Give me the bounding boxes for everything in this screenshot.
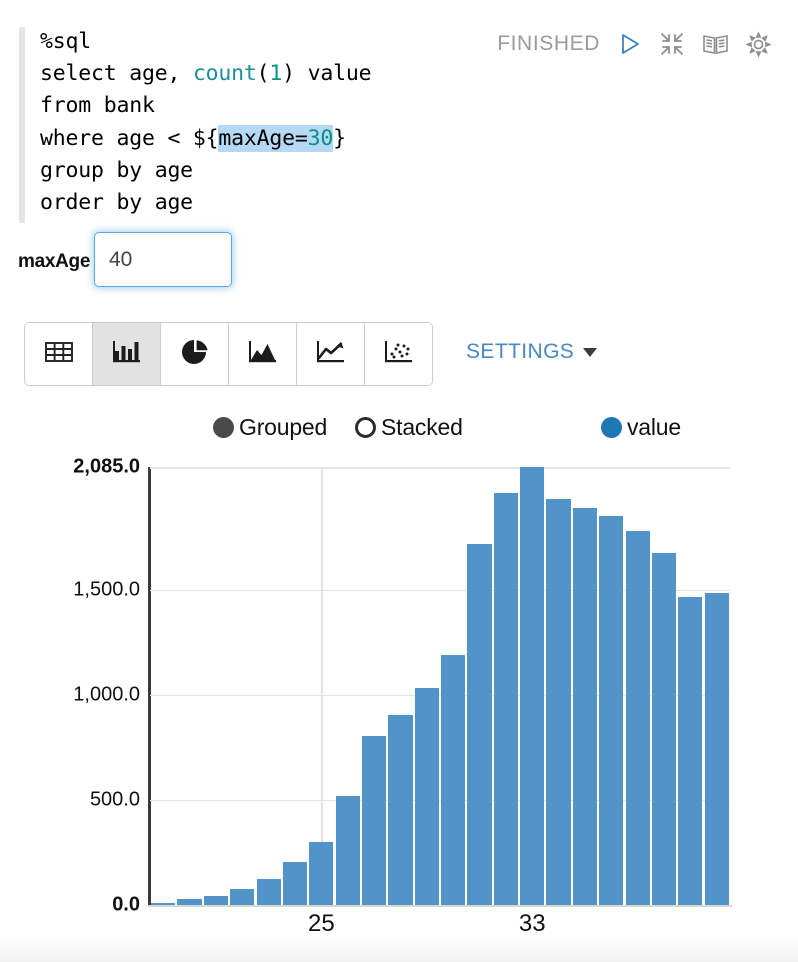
bar-series bbox=[150, 467, 730, 905]
y-tick-label: 500.0 bbox=[89, 788, 140, 811]
bar[interactable] bbox=[651, 553, 677, 905]
collapse-arrows-icon[interactable] bbox=[658, 30, 686, 58]
y-axis-labels: 0.0 500.0 1,000.0 1,500.0 2,085.0 bbox=[0, 450, 140, 916]
plot-area bbox=[148, 467, 732, 907]
notebook-paragraph: %sql select age, count(1) value from bank w… bbox=[0, 0, 798, 962]
chart-legend-row: Grouped Stacked value bbox=[0, 414, 798, 450]
viz-btn-area-chart[interactable] bbox=[229, 323, 297, 385]
status-text: FINISHED bbox=[497, 32, 600, 55]
bar[interactable] bbox=[599, 516, 624, 905]
visualization-toolbar-row: SETTINGS bbox=[0, 322, 798, 386]
y-tick-label: 1,000.0 bbox=[73, 683, 140, 706]
bar-chart-icon bbox=[111, 338, 143, 371]
book-icon[interactable] bbox=[701, 30, 729, 58]
code-line-4: group by age bbox=[40, 157, 193, 183]
bar[interactable] bbox=[388, 714, 413, 905]
stacked-label: Stacked bbox=[381, 414, 463, 440]
code-line-1: select age, count(1) value bbox=[40, 61, 372, 87]
legend-series-value[interactable]: value bbox=[601, 414, 681, 441]
paragraph-status-bar: FINISHED bbox=[497, 30, 772, 58]
radio-grouped[interactable]: Grouped bbox=[213, 414, 327, 441]
grouped-label: Grouped bbox=[239, 414, 328, 440]
bar[interactable] bbox=[493, 493, 518, 905]
code-line-3: where age < ${maxAge=30} bbox=[40, 124, 346, 152]
scatter-chart-icon bbox=[383, 338, 415, 371]
bar[interactable] bbox=[282, 861, 308, 905]
bar[interactable] bbox=[520, 467, 545, 905]
bar[interactable] bbox=[441, 655, 466, 905]
maxage-label: maxAge bbox=[18, 251, 91, 272]
bar[interactable] bbox=[546, 498, 571, 905]
settings-label: SETTINGS bbox=[466, 340, 575, 363]
area-chart-icon bbox=[247, 338, 279, 371]
x-tick-label: 33 bbox=[518, 910, 546, 937]
code-line-5: order by age bbox=[40, 189, 193, 215]
y-tick-label: 0.0 bbox=[112, 893, 140, 916]
chart-type-toolbar bbox=[24, 322, 433, 386]
x-axis-line bbox=[148, 905, 732, 907]
y-tick-label: 1,500.0 bbox=[73, 578, 140, 601]
bar[interactable] bbox=[230, 889, 255, 905]
editor-gutter bbox=[19, 27, 25, 223]
radio-stacked[interactable]: Stacked bbox=[355, 414, 463, 441]
bar[interactable] bbox=[256, 878, 281, 905]
line-chart-icon bbox=[315, 338, 347, 371]
viz-btn-pie-chart[interactable] bbox=[161, 323, 229, 385]
pie-chart-icon bbox=[180, 337, 210, 372]
bar[interactable] bbox=[572, 507, 598, 905]
bar[interactable] bbox=[203, 895, 228, 905]
bar-chart: 0.0 500.0 1,000.0 1,500.0 2,085.0 25 33 bbox=[0, 450, 798, 937]
y-tick-label: 2,085.0 bbox=[73, 455, 140, 478]
code-line-2: from bank bbox=[40, 93, 155, 119]
table-icon bbox=[44, 339, 74, 370]
viz-btn-bar-chart[interactable] bbox=[93, 323, 161, 385]
maxage-input[interactable] bbox=[94, 232, 232, 287]
radio-off-icon bbox=[355, 417, 376, 438]
bar[interactable] bbox=[625, 531, 650, 905]
chevron-down-icon bbox=[583, 347, 598, 357]
code-editor-row: %sql select age, count(1) value from bank w… bbox=[0, 0, 798, 223]
settings-toggle[interactable]: SETTINGS bbox=[466, 340, 598, 364]
series-label: value bbox=[627, 414, 681, 440]
bar[interactable] bbox=[414, 687, 439, 905]
code-line-0: %sql bbox=[40, 29, 91, 54]
sql-code-editor[interactable]: %sql select age, count(1) value from bank w… bbox=[40, 26, 372, 219]
bar[interactable] bbox=[467, 543, 492, 905]
x-tick-label: 25 bbox=[308, 910, 335, 937]
viz-btn-scatter-chart[interactable] bbox=[365, 323, 432, 385]
radio-on-icon bbox=[213, 417, 234, 438]
paragraph-footer-divider bbox=[0, 936, 798, 962]
dynamic-form-row: maxAge bbox=[0, 232, 798, 302]
bar[interactable] bbox=[678, 597, 703, 905]
viz-btn-table[interactable] bbox=[25, 323, 93, 385]
viz-btn-line-chart[interactable] bbox=[297, 323, 365, 385]
bar[interactable] bbox=[335, 795, 360, 905]
bar[interactable] bbox=[704, 593, 729, 905]
play-icon[interactable] bbox=[615, 30, 643, 58]
gear-icon[interactable] bbox=[744, 30, 772, 58]
series-color-dot-icon bbox=[601, 417, 622, 438]
bar[interactable] bbox=[309, 841, 334, 905]
bar[interactable] bbox=[361, 735, 387, 905]
